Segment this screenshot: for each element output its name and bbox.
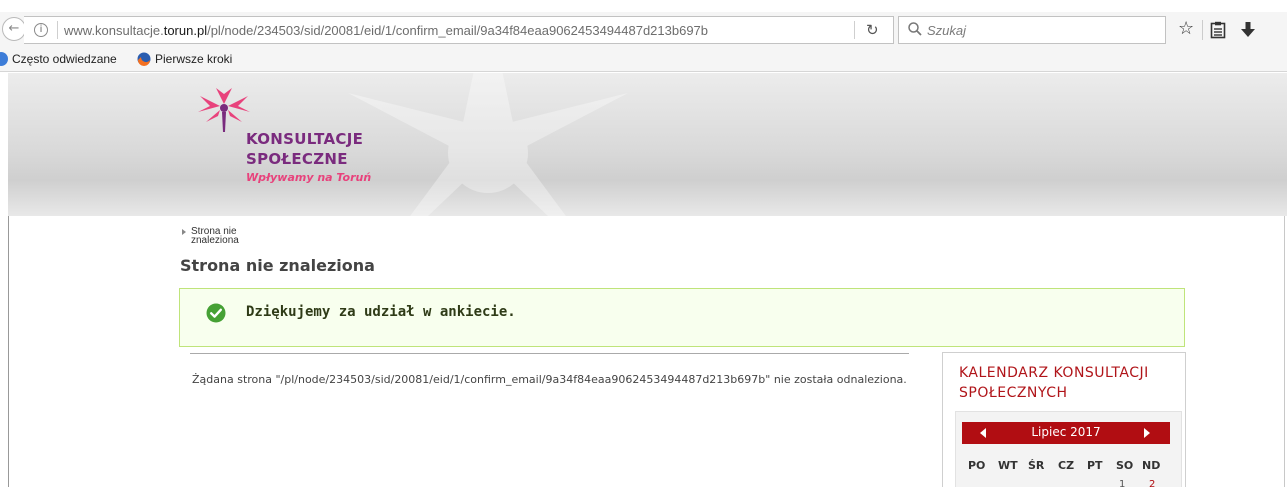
logo-title-line2: SPOŁECZNE: [246, 150, 348, 168]
bookmark-most-visited[interactable]: Często odwiedzane: [12, 52, 117, 66]
breadcrumb-current[interactable]: Strona nie znaleziona: [191, 227, 261, 246]
download-arrow-icon[interactable]: [1240, 21, 1256, 39]
star-icon[interactable]: ☆: [1178, 18, 1194, 39]
success-text: Dziękujemy za udział w ankiecie.: [246, 304, 516, 320]
weekday-label: ND: [1142, 459, 1161, 472]
sidebar-calendar-block: KALENDARZ KONSULTACJI SPOŁECZNYCH Lipiec…: [942, 352, 1186, 487]
clipboard-icon[interactable]: [1210, 21, 1226, 39]
bookmarks-bar: Często odwiedzane Pierwsze kroki: [0, 48, 1287, 72]
url-domain: torun.pl: [163, 23, 208, 38]
search-placeholder: Szukaj: [927, 23, 967, 38]
cropped-caption: [0, 0, 1287, 12]
calendar-month: Lipiec 2017: [1031, 425, 1101, 439]
logo-title-line1: KONSULTACJE: [246, 130, 364, 148]
info-icon[interactable]: i: [34, 23, 48, 37]
url-bar[interactable]: i www.konsultacje.torun.pl/pl/node/23450…: [24, 16, 894, 44]
bookmark-getting-started[interactable]: Pierwsze kroki: [155, 52, 232, 66]
site-header-banner: KONSULTACJE SPOŁECZNE Wpływamy na Toruń: [8, 73, 1287, 216]
url-separator: [57, 21, 58, 39]
firefox-icon: [137, 52, 151, 66]
weekday-label: WT: [998, 459, 1018, 472]
page-right-border: [1284, 216, 1285, 487]
search-icon: [908, 22, 922, 36]
sidebar-title[interactable]: KALENDARZ KONSULTACJI SPOŁECZNYCH: [959, 363, 1179, 403]
browser-toolbar: ← i www.konsultacje.torun.pl/pl/node/234…: [0, 12, 1287, 48]
url-path: /pl/node/234503/sid/20081/eid/1/confirm_…: [207, 23, 709, 38]
site-logo-icon[interactable]: [196, 86, 252, 134]
weekday-label: PO: [968, 459, 986, 472]
weekday-label: PT: [1087, 459, 1103, 472]
next-month-icon[interactable]: [1144, 428, 1150, 438]
page-title: Strona nie znaleziona: [180, 256, 375, 275]
url-text[interactable]: www.konsultacje.torun.pl/pl/node/234503/…: [64, 23, 708, 38]
url-prefix: www.konsultacje.: [64, 23, 164, 38]
calendar-day[interactable]: 1: [1119, 479, 1125, 487]
weekday-label: CZ: [1058, 459, 1075, 472]
logo-tagline: Wpływamy na Toruń: [246, 171, 372, 184]
calendar-header: Lipiec 2017: [962, 422, 1170, 444]
page-left-border: [8, 216, 9, 487]
check-circle-icon: [206, 303, 226, 323]
weekday-label: ŚR: [1028, 459, 1045, 472]
calendar-widget: Lipiec 2017 PO WT ŚR CZ PT SO ND: [955, 411, 1182, 487]
reload-separator: [854, 21, 855, 39]
status-message-success: Dziękujemy za udział w ankiecie.: [179, 288, 1185, 347]
weekday-label: SO: [1116, 459, 1134, 472]
bookmark-folder-icon: [0, 52, 8, 66]
reload-icon[interactable]: ↻: [866, 21, 879, 39]
back-arrow-icon[interactable]: ←: [2, 17, 26, 41]
breadcrumb-arrow-icon: [182, 229, 186, 235]
not-found-message: Żądana strona "/pl/node/234503/sid/20081…: [192, 373, 907, 386]
search-bar[interactable]: Szukaj: [898, 16, 1166, 44]
calendar-day[interactable]: 2: [1149, 479, 1155, 487]
toolbar-separator: [1202, 20, 1203, 40]
content-divider: [190, 353, 909, 354]
